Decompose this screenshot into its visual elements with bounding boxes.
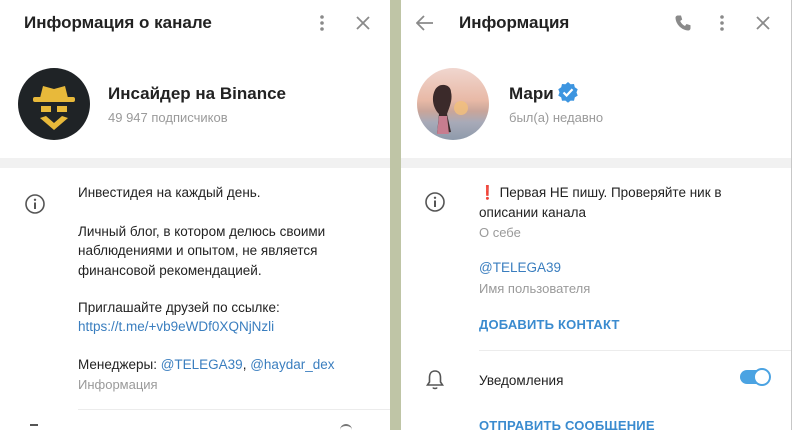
close-icon[interactable]	[751, 11, 775, 35]
verified-badge-icon	[556, 80, 580, 104]
bio-line: описании канала	[479, 205, 586, 220]
back-arrow-icon[interactable]	[413, 11, 437, 35]
info-caption: Информация	[78, 377, 158, 392]
bell-icon	[423, 368, 447, 392]
bio-line: ❗ Первая НЕ пишу. Проверяйте ник в	[479, 183, 722, 203]
partial-icon	[30, 424, 38, 430]
description-line: наблюдениями и опытом, не является	[78, 243, 318, 258]
section-separator	[78, 409, 390, 410]
notifications-label: Уведомления	[479, 373, 564, 388]
more-vertical-icon[interactable]	[310, 11, 334, 35]
invite-link[interactable]: https://t.me/+vb9eWDf0XQNjNzli	[78, 317, 274, 337]
username-link[interactable]: @TELEGA39	[479, 258, 561, 278]
exclamation-emoji: ❗	[479, 185, 496, 200]
description-line: Личный блог, в котором делюсь своими	[78, 224, 326, 239]
channel-name: Инсайдер на Binance	[108, 84, 286, 103]
bio-text: Первая НЕ пишу. Проверяйте ник в	[499, 185, 722, 200]
description-line: финансовой рекомендацией.	[78, 263, 262, 278]
username-caption: Имя пользователя	[479, 281, 591, 296]
panel-title: Информация	[459, 13, 570, 32]
managers-line: Менеджеры: @TELEGA39, @haydar_dex	[78, 355, 334, 375]
close-icon[interactable]	[351, 11, 375, 35]
subscriber-count: 49 947 подписчиков	[108, 110, 228, 125]
section-divider	[0, 158, 390, 168]
notifications-toggle[interactable]	[740, 368, 771, 386]
info-icon	[423, 190, 447, 214]
channel-info-panel: Информация о канале Инсайдер на Binance …	[0, 0, 390, 430]
add-contact-button[interactable]: ДОБАВИТЬ КОНТАКТ	[479, 317, 620, 332]
info-icon	[23, 192, 47, 216]
description-line: Инвестидея на каждый день.	[78, 185, 261, 200]
toggle-knob	[753, 368, 771, 386]
section-divider	[401, 158, 791, 168]
user-name: Мари	[509, 84, 554, 103]
bio-caption: О себе	[479, 225, 521, 240]
panel-title: Информация о канале	[24, 13, 212, 32]
description-line: Приглашайте друзей по ссылке:	[78, 300, 280, 315]
partial-icon	[340, 424, 352, 430]
send-message-button[interactable]: ОТПРАВИТЬ СООБЩЕНИЕ	[479, 418, 655, 430]
more-vertical-icon[interactable]	[710, 11, 734, 35]
user-info-panel: Информация Мари был(а) недавно ❗ Первая …	[401, 0, 791, 430]
background-strip	[390, 0, 401, 430]
manager-link[interactable]: @haydar_dex	[250, 357, 334, 372]
phone-icon[interactable]	[671, 11, 695, 35]
last-seen-status: был(а) недавно	[509, 110, 604, 125]
manager-link[interactable]: @TELEGA39	[161, 357, 243, 372]
section-separator	[479, 350, 791, 351]
channel-avatar	[18, 68, 90, 140]
managers-prefix: Менеджеры:	[78, 357, 161, 372]
user-avatar	[417, 68, 489, 140]
